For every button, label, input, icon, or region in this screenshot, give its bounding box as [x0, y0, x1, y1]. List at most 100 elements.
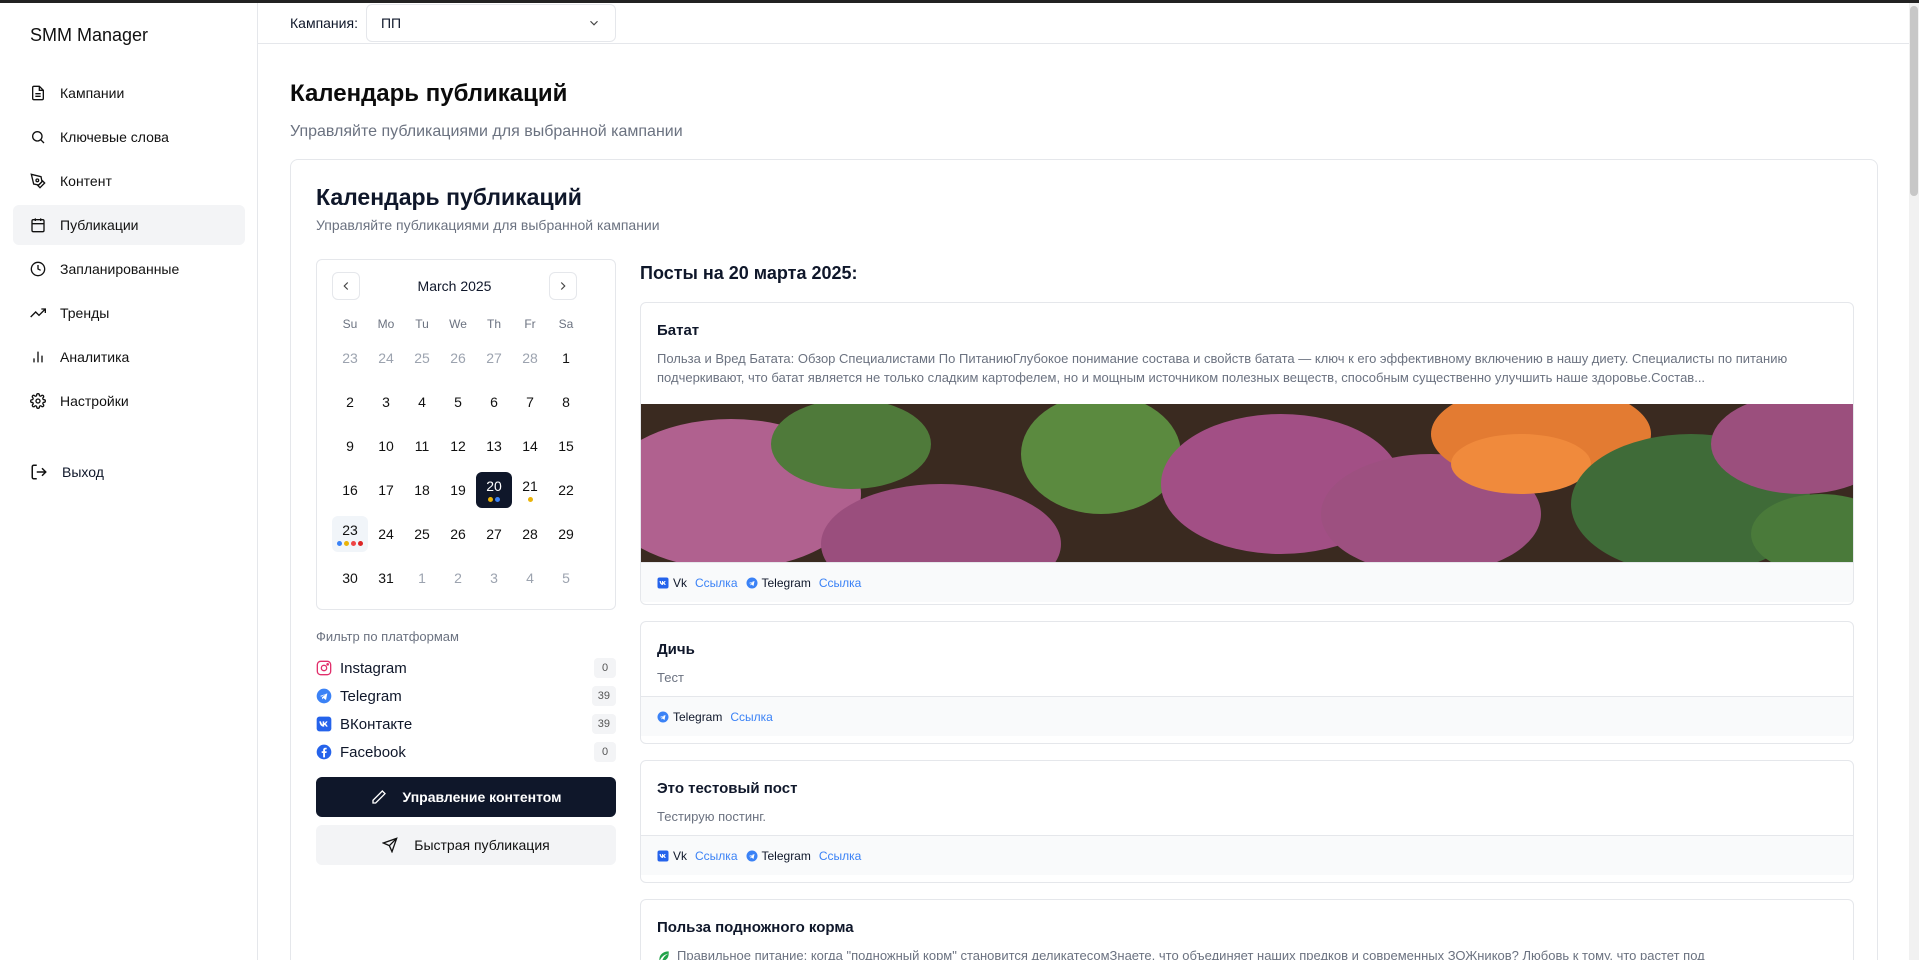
filter-item-vk[interactable]: ВКонтакте 39 — [316, 710, 616, 738]
calendar-day[interactable]: 5 — [440, 380, 476, 424]
calendar-day[interactable]: 11 — [404, 424, 440, 468]
calendar-day[interactable]: 30 — [332, 556, 368, 600]
campaign-select-value: ПП — [380, 15, 402, 31]
scrollbar-thumb[interactable] — [1910, 6, 1918, 196]
post-dots — [337, 541, 363, 546]
calendar-day[interactable]: 6 — [476, 380, 512, 424]
post-title: Польза подножного корма — [657, 919, 854, 936]
calendar-day[interactable]: 2 — [440, 556, 476, 600]
calendar-day[interactable]: 13 — [476, 424, 512, 468]
sidebar-item-publications[interactable]: Публикации — [13, 205, 245, 245]
platform-telegram: Telegram — [657, 710, 722, 724]
sidebar-item-settings[interactable]: Настройки — [13, 381, 245, 421]
calendar-day[interactable]: 25 — [404, 336, 440, 380]
logout-icon — [31, 464, 47, 480]
calendar-day[interactable]: 29 — [548, 512, 584, 556]
calendar-day[interactable]: 1 — [548, 336, 584, 380]
filter-item-facebook[interactable]: Facebook 0 — [316, 738, 616, 766]
sidebar-item-campaigns[interactable]: Кампании — [13, 73, 245, 113]
calendar-day[interactable]: 3 — [368, 380, 404, 424]
calendar-day-today[interactable]: 23 — [332, 516, 368, 552]
calendar-day[interactable]: 8 — [548, 380, 584, 424]
post-link[interactable]: Ссылка — [695, 576, 737, 590]
calendar-card: Календарь публикаций Управляйте публикац… — [290, 159, 1878, 960]
calendar-day[interactable]: 24 — [368, 512, 404, 556]
post-footer: Vk Ссылка Telegram Ссылка — [641, 562, 1853, 602]
filter-item-instagram[interactable]: Instagram 0 — [316, 654, 616, 682]
calendar-day[interactable]: 19 — [440, 468, 476, 512]
chevron-down-icon — [590, 20, 598, 26]
logout-button[interactable]: Выход — [30, 463, 104, 481]
filter-count: 39 — [591, 686, 616, 706]
sidebar-item-content[interactable]: Контент — [13, 161, 245, 201]
weekday-label: Tu — [415, 317, 429, 331]
calendar-day[interactable]: 22 — [548, 468, 584, 512]
sidebar: SMM Manager Кампании Ключевые слова Конт… — [0, 3, 258, 960]
campaign-select[interactable]: ПП — [365, 4, 616, 42]
calendar-day[interactable]: 26 — [440, 336, 476, 380]
calendar-day[interactable]: 31 — [368, 556, 404, 600]
calendar-day[interactable]: 21 — [512, 468, 548, 512]
platform-filter: Instagram 0 Telegram 39 ВКонтакте 39 Fac… — [316, 654, 616, 766]
filter-label: ВКонтакте — [340, 715, 413, 733]
post-image — [641, 404, 1853, 562]
sidebar-item-label: Тренды — [60, 305, 110, 321]
calendar-day[interactable]: 28 — [512, 336, 548, 380]
filter-item-telegram[interactable]: Telegram 39 — [316, 682, 616, 710]
next-month-button[interactable] — [549, 272, 577, 300]
calendar-day-selected[interactable]: 20 — [476, 472, 512, 508]
calendar-day[interactable]: 23 — [332, 336, 368, 380]
post-card[interactable]: Дичь Тест Telegram Ссылка — [640, 621, 1854, 744]
calendar-day[interactable]: 28 — [512, 512, 548, 556]
calendar-day[interactable]: 10 — [368, 424, 404, 468]
weekday-label: Th — [486, 317, 501, 331]
calendar-day[interactable]: 7 — [512, 380, 548, 424]
calendar-day[interactable]: 26 — [440, 512, 476, 556]
calendar-day[interactable]: 15 — [548, 424, 584, 468]
post-link[interactable]: Ссылка — [695, 849, 737, 863]
sidebar-item-analytics[interactable]: Аналитика — [13, 337, 245, 377]
platform-vk: Vk — [657, 849, 687, 863]
calendar-day[interactable]: 27 — [476, 336, 512, 380]
calendar-day[interactable]: 9 — [332, 424, 368, 468]
calendar-day[interactable]: 3 — [476, 556, 512, 600]
page-scrollbar[interactable] — [1909, 3, 1919, 960]
sidebar-item-keywords[interactable]: Ключевые слова — [13, 117, 245, 157]
manage-content-label: Управление контентом — [402, 789, 562, 805]
trending-up-icon — [30, 308, 46, 318]
calendar-day[interactable]: 24 — [368, 336, 404, 380]
sidebar-item-scheduled[interactable]: Запланированные — [13, 249, 245, 289]
sidebar-nav: Кампании Ключевые слова Контент Публикац… — [13, 73, 245, 425]
manage-content-button[interactable]: Управление контентом — [316, 777, 616, 817]
sidebar-item-trends[interactable]: Тренды — [13, 293, 245, 333]
calendar-day[interactable]: 1 — [404, 556, 440, 600]
post-link[interactable]: Ссылка — [819, 849, 861, 863]
post-dots — [488, 497, 500, 502]
calendar-day[interactable]: 18 — [404, 468, 440, 512]
filter-count: 39 — [591, 714, 616, 734]
post-card[interactable]: Польза подножного корма Правильное питан… — [640, 899, 1854, 960]
pen-tool-icon — [30, 173, 46, 189]
calendar-day[interactable]: 12 — [440, 424, 476, 468]
calendar-day[interactable]: 27 — [476, 512, 512, 556]
calendar-day[interactable]: 2 — [332, 380, 368, 424]
calendar-grid: Su Mo Tu We Th Fr Sa 23 24 25 26 27 28 1… — [332, 312, 584, 600]
quick-publish-button[interactable]: Быстрая публикация — [316, 825, 616, 865]
filter-title: Фильтр по платформам — [316, 629, 459, 644]
calendar-day[interactable]: 14 — [512, 424, 548, 468]
post-card[interactable]: Это тестовый пост Тестирую постинг. Vk С… — [640, 760, 1854, 883]
filter-count: 0 — [594, 658, 616, 678]
post-card[interactable]: Батат Польза и Вред Батата: Обзор Специа… — [640, 302, 1854, 605]
post-link[interactable]: Ссылка — [819, 576, 861, 590]
calendar-day[interactable]: 5 — [548, 556, 584, 600]
calendar-day[interactable]: 17 — [368, 468, 404, 512]
calendar-day[interactable]: 4 — [404, 380, 440, 424]
filter-count: 0 — [594, 742, 616, 762]
post-link[interactable]: Ссылка — [730, 710, 772, 724]
telegram-icon — [657, 711, 669, 722]
sidebar-item-label: Контент — [60, 173, 112, 189]
calendar-day[interactable]: 16 — [332, 468, 368, 512]
calendar-day[interactable]: 4 — [512, 556, 548, 600]
calendar-day[interactable]: 25 — [404, 512, 440, 556]
instagram-icon — [316, 660, 332, 676]
